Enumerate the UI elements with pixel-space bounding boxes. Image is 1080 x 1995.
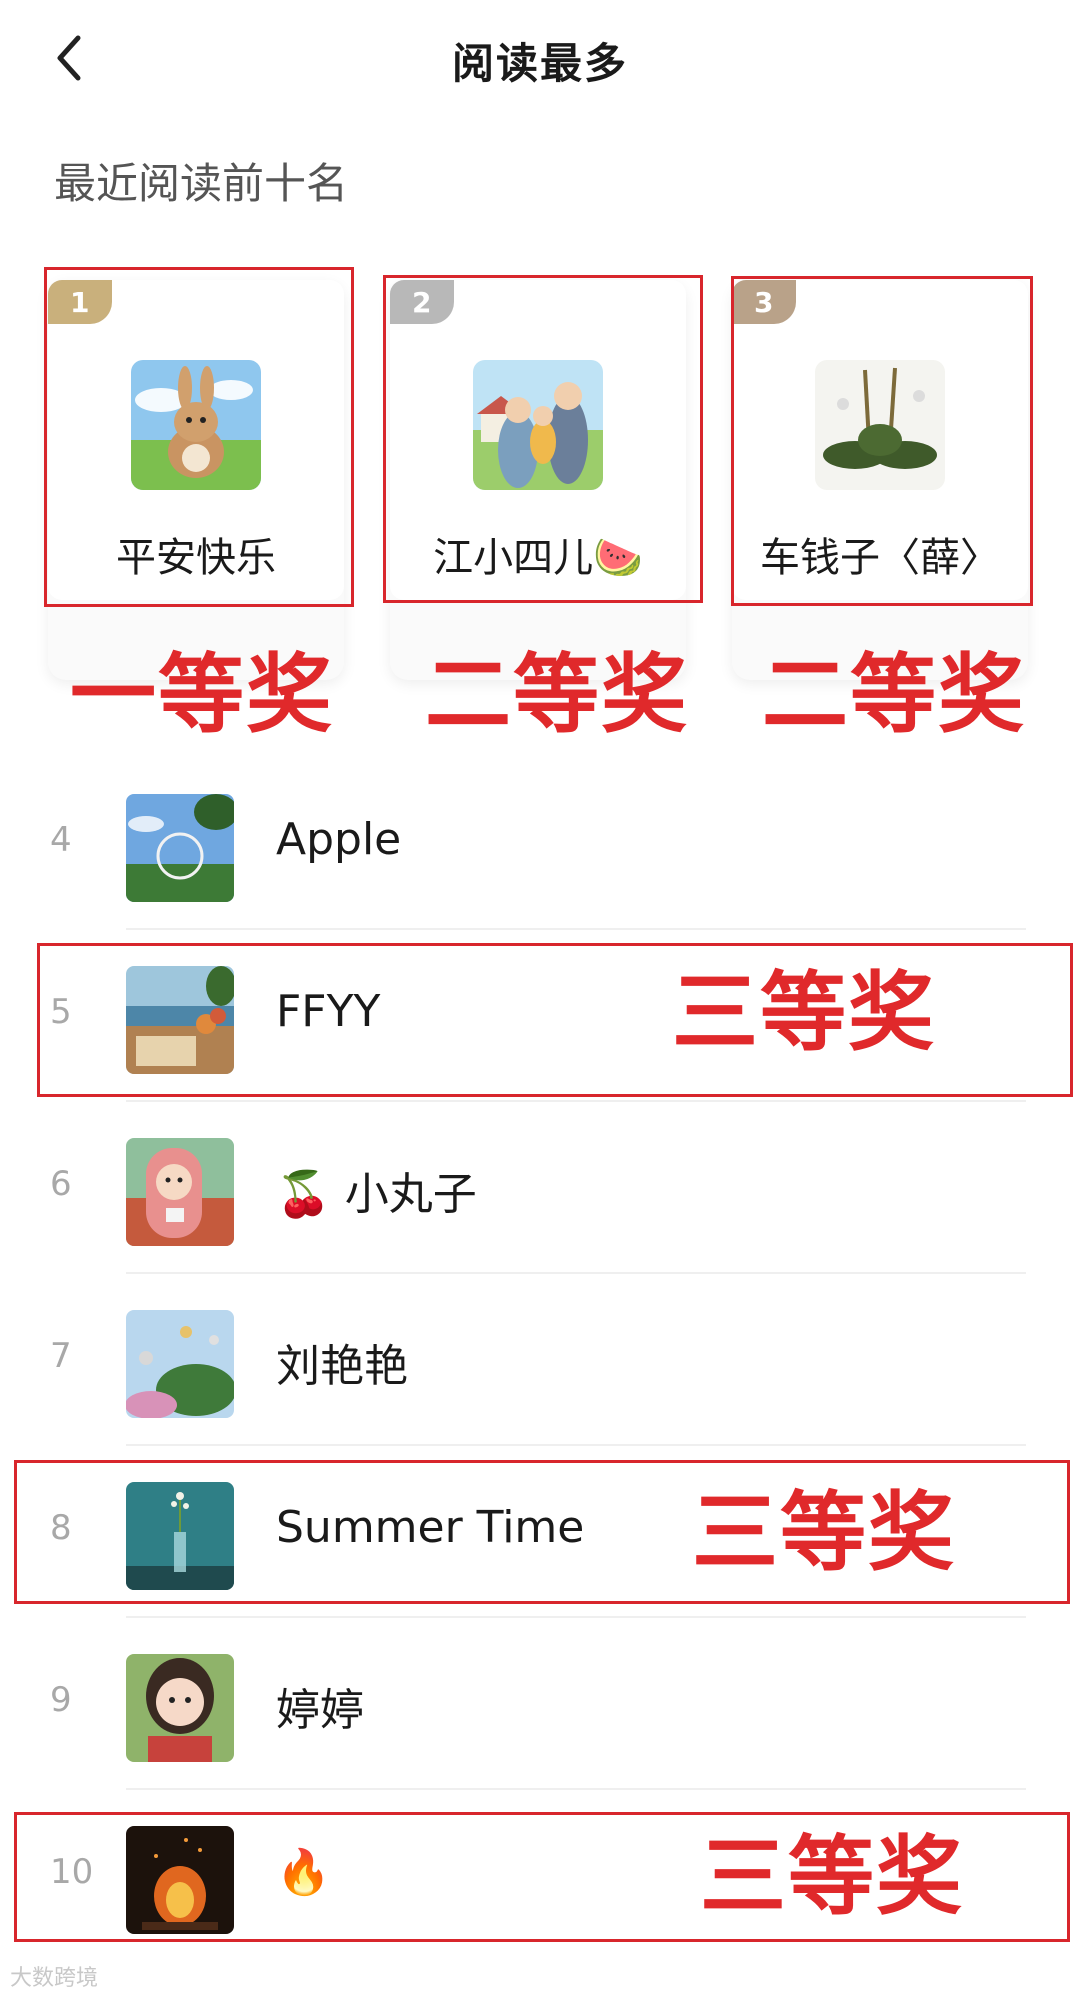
annotation-box	[44, 267, 354, 607]
watermark: 大数跨境	[10, 1966, 99, 1991]
prize-label: 一等奖	[70, 645, 334, 745]
list-item[interactable]: 9 婷婷	[0, 1618, 1080, 1790]
avatar	[126, 1654, 234, 1762]
section-subtitle: 最近阅读前十名	[54, 159, 349, 208]
prize-label: 二等奖	[762, 645, 1026, 745]
user-name: 婷婷	[276, 1685, 364, 1736]
user-name: 刘艳艳	[276, 1341, 408, 1392]
annotation-box	[731, 276, 1033, 606]
header: 阅读最多	[0, 0, 1080, 120]
rank-number: 4	[50, 820, 72, 860]
user-name: Apple	[276, 814, 402, 865]
prize-label: 二等奖	[425, 645, 689, 745]
prize-label: 三等奖	[692, 1483, 956, 1583]
avatar	[126, 1310, 234, 1418]
annotation-box	[383, 275, 703, 603]
rank-number: 7	[50, 1336, 72, 1376]
list-item[interactable]: 4 Apple	[0, 758, 1080, 930]
prize-label: 三等奖	[672, 963, 936, 1063]
avatar	[126, 794, 234, 902]
list-item[interactable]: 7 刘艳艳	[0, 1274, 1080, 1446]
user-name: 🍒 小丸子	[276, 1169, 477, 1220]
rank-number: 6	[50, 1164, 72, 1204]
prize-label: 三等奖	[700, 1827, 964, 1927]
avatar	[126, 1138, 234, 1246]
page-title: 阅读最多	[451, 39, 628, 88]
list-item[interactable]: 6 🍒 小丸子	[0, 1102, 1080, 1274]
rank-number: 9	[50, 1680, 72, 1720]
